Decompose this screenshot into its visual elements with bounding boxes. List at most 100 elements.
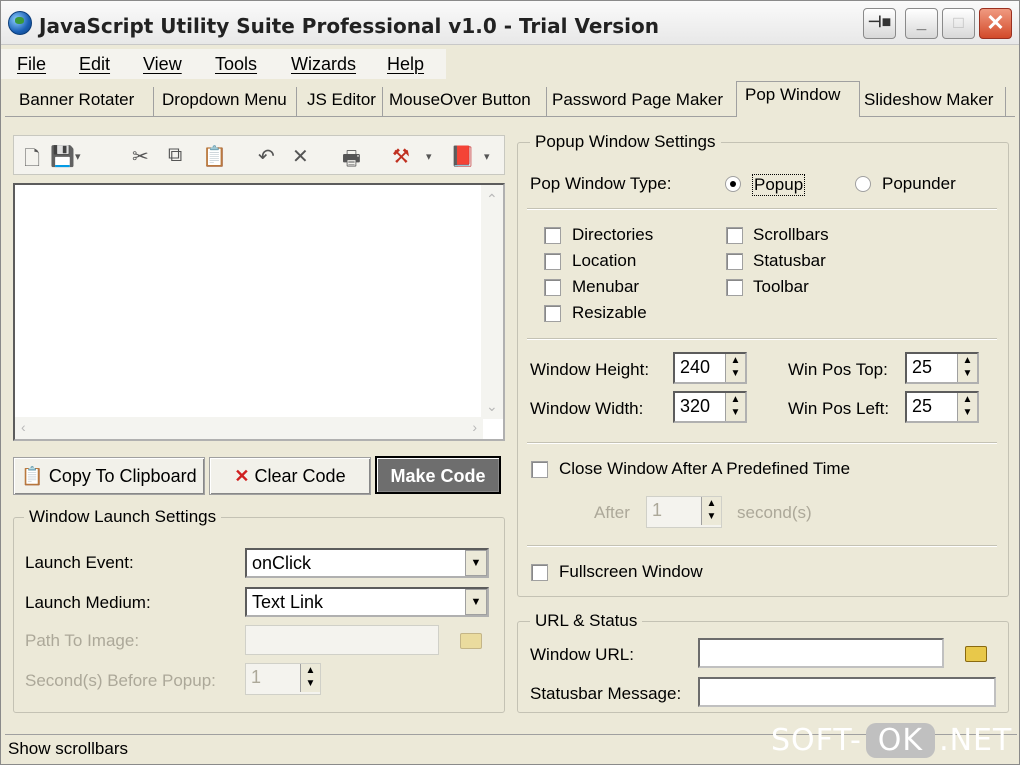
- fullscreen-checkbox[interactable]: [531, 564, 548, 581]
- tab-password-page-maker[interactable]: Password Page Maker: [552, 87, 742, 117]
- launch-event-select[interactable]: onClick ▼: [245, 548, 489, 578]
- make-code-button[interactable]: Make Code: [375, 456, 501, 494]
- tab-js-editor[interactable]: JS Editor: [307, 87, 383, 117]
- toolbar-checkbox[interactable]: [726, 279, 743, 296]
- save-icon[interactable]: 💾: [50, 144, 75, 169]
- window-url-input[interactable]: [698, 638, 944, 668]
- close-button[interactable]: ✕: [979, 8, 1012, 39]
- tab-slideshow-maker[interactable]: Slideshow Maker: [864, 87, 1006, 117]
- win-pos-top-stepper[interactable]: 25 ▲ ▼: [905, 352, 979, 384]
- maximize-button[interactable]: □: [942, 8, 975, 39]
- tools-dropdown-icon[interactable]: ▾: [426, 150, 432, 163]
- separator: [527, 338, 997, 339]
- clipboard-icon: 📋: [21, 466, 44, 486]
- tab-pop-window[interactable]: Pop Window: [736, 81, 860, 117]
- status-text: Show scrollbars: [8, 739, 128, 758]
- print-icon[interactable]: 🖶: [342, 144, 361, 178]
- launch-medium-select[interactable]: Text Link ▼: [245, 587, 489, 617]
- popup-settings-title: Popup Window Settings: [530, 132, 721, 152]
- paste-icon[interactable]: 📋: [202, 144, 227, 169]
- statusbar-label[interactable]: Statusbar: [753, 251, 826, 271]
- win-pos-left-stepper[interactable]: 25 ▲ ▼: [905, 391, 979, 423]
- menu-edit[interactable]: Edit: [79, 54, 110, 75]
- tab-banner-rotater[interactable]: Banner Rotater: [19, 87, 154, 117]
- tab-dropdown-menu[interactable]: Dropdown Menu: [162, 87, 297, 117]
- spin-arrows-icon[interactable]: ▲ ▼: [701, 497, 721, 525]
- pin-icon[interactable]: ⊣■: [863, 8, 896, 39]
- book-dropdown-icon[interactable]: ▾: [484, 150, 490, 163]
- menu-bar: File Edit View Tools Wizards Help: [1, 49, 446, 79]
- popunder-radio[interactable]: [855, 176, 871, 192]
- popup-radio[interactable]: [725, 176, 741, 192]
- statusbar-message-input[interactable]: [698, 677, 996, 707]
- scroll-right-icon[interactable]: ›: [472, 419, 477, 435]
- menubar-label[interactable]: Menubar: [572, 277, 639, 297]
- spin-arrows-icon[interactable]: ▲ ▼: [725, 354, 745, 382]
- scrollbars-label[interactable]: Scrollbars: [753, 225, 829, 245]
- separator: [527, 208, 997, 209]
- tab-strip: Banner Rotater Dropdown Menu JS Editor M…: [9, 81, 1009, 117]
- pop-window-type-label: Pop Window Type:: [530, 174, 672, 193]
- window-url-label: Window URL:: [530, 645, 634, 664]
- window-width-label: Window Width:: [530, 399, 644, 418]
- directories-label[interactable]: Directories: [572, 225, 653, 245]
- after-seconds-stepper[interactable]: 1 ▲ ▼: [646, 496, 722, 528]
- save-dropdown-icon[interactable]: ▾: [75, 150, 81, 163]
- spin-arrows-icon[interactable]: ▲ ▼: [725, 393, 745, 421]
- close-after-time-checkbox[interactable]: [531, 461, 548, 478]
- toolbar-label[interactable]: Toolbar: [753, 277, 809, 297]
- menu-tools[interactable]: Tools: [215, 54, 257, 75]
- delete-icon[interactable]: ✕: [292, 144, 309, 169]
- title-bar: JavaScript Utility Suite Professional v1…: [1, 1, 1019, 45]
- cut-icon[interactable]: ✂: [132, 144, 149, 169]
- app-window: JavaScript Utility Suite Professional v1…: [0, 0, 1020, 765]
- window-height-label: Window Height:: [530, 360, 650, 379]
- menu-file[interactable]: File: [17, 54, 46, 75]
- open-folder-icon[interactable]: [965, 646, 987, 662]
- scroll-down-icon[interactable]: ⌄: [486, 398, 498, 415]
- directories-checkbox[interactable]: [544, 227, 561, 244]
- app-globe-icon: [8, 11, 32, 35]
- path-to-image-input[interactable]: [245, 625, 439, 655]
- seconds-before-popup-stepper[interactable]: 1 ▲ ▼: [245, 663, 321, 695]
- undo-icon[interactable]: ↶: [258, 144, 275, 169]
- tab-mouseover-button[interactable]: MouseOver Button: [389, 87, 547, 117]
- menubar-checkbox[interactable]: [544, 279, 561, 296]
- tools-icon[interactable]: ⚒: [392, 144, 410, 169]
- horizontal-scrollbar[interactable]: ‹ ›: [15, 417, 483, 439]
- chevron-down-icon[interactable]: ▼: [465, 589, 487, 615]
- code-editor[interactable]: ⌃ ⌄ ‹ ›: [13, 183, 505, 441]
- minimize-button[interactable]: _: [905, 8, 938, 39]
- clear-code-button[interactable]: ✕ Clear Code: [209, 457, 371, 495]
- copy-icon[interactable]: ⧉: [168, 144, 182, 167]
- statusbar-checkbox[interactable]: [726, 253, 743, 270]
- window-height-stepper[interactable]: 240 ▲ ▼: [673, 352, 747, 384]
- launch-event-label: Launch Event:: [25, 553, 134, 572]
- scroll-up-icon[interactable]: ⌃: [486, 191, 498, 208]
- copy-to-clipboard-button[interactable]: 📋 Copy To Clipboard: [13, 457, 205, 495]
- new-file-icon[interactable]: 🗋: [24, 144, 40, 178]
- book-icon[interactable]: 📕: [450, 144, 475, 169]
- scroll-left-icon[interactable]: ‹: [21, 419, 26, 435]
- watermark: SOFT- OK .NET: [771, 723, 1013, 758]
- spin-arrows-icon[interactable]: ▲ ▼: [957, 354, 977, 382]
- menu-wizards[interactable]: Wizards: [291, 54, 356, 75]
- close-after-time-label[interactable]: Close Window After A Predefined Time: [559, 459, 850, 479]
- popup-radio-label[interactable]: Popup: [752, 174, 806, 196]
- location-checkbox[interactable]: [544, 253, 561, 270]
- win-pos-top-label: Win Pos Top:: [788, 360, 888, 379]
- menu-help[interactable]: Help: [387, 54, 424, 75]
- resizable-checkbox[interactable]: [544, 305, 561, 322]
- scrollbars-checkbox[interactable]: [726, 227, 743, 244]
- open-folder-icon[interactable]: [460, 633, 482, 649]
- spin-arrows-icon[interactable]: ▲ ▼: [957, 393, 977, 421]
- menu-view[interactable]: View: [143, 54, 182, 75]
- popunder-radio-label[interactable]: Popunder: [882, 174, 956, 194]
- chevron-down-icon[interactable]: ▼: [465, 550, 487, 576]
- spin-arrows-icon[interactable]: ▲ ▼: [300, 664, 320, 692]
- fullscreen-label[interactable]: Fullscreen Window: [559, 562, 703, 582]
- window-width-stepper[interactable]: 320 ▲ ▼: [673, 391, 747, 423]
- location-label[interactable]: Location: [572, 251, 636, 271]
- vertical-scrollbar[interactable]: ⌃ ⌄: [481, 185, 503, 419]
- resizable-label[interactable]: Resizable: [572, 303, 647, 323]
